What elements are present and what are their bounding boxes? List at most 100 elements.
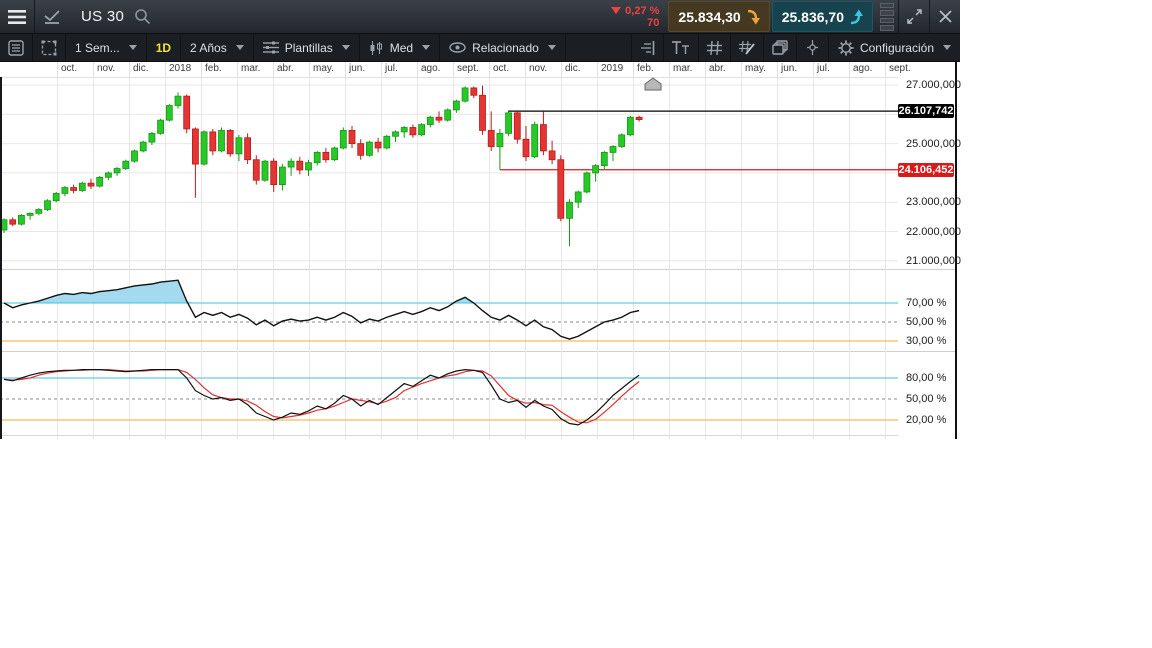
time-axis[interactable]: oct. nov. dic. 2018 feb. mar. abr. may. jun. jul.… <box>0 62 911 77</box>
search-icon <box>135 9 151 25</box>
candle-body <box>452 100 460 111</box>
month-label: jul. <box>385 63 398 74</box>
chart-widget: US 30 0,27 % 70 25.834,30 25.836,70 1 Se… <box>0 0 961 439</box>
stoch-level-label: 50,00 % <box>906 393 947 405</box>
candle-body <box>191 128 199 165</box>
candle-body <box>400 127 408 133</box>
interval-1d-button[interactable]: 1D <box>147 34 182 61</box>
month-label: oct. <box>61 63 78 74</box>
candle-body <box>9 219 17 225</box>
timeframe-dropdown[interactable]: 1 Sem... <box>66 34 147 61</box>
price-pane[interactable] <box>0 77 898 269</box>
candle-body <box>122 160 130 169</box>
rsi-level-label: 70,00 % <box>906 297 947 309</box>
price-line-badge: 24.106,452 <box>898 162 954 177</box>
rsi-level-label: 50,00 % <box>906 316 947 328</box>
candle-body <box>557 159 565 219</box>
time-tick <box>345 62 346 77</box>
candle-body <box>531 124 539 158</box>
chevron-down-icon <box>422 45 431 50</box>
price-axis[interactable]: 27.000,000 25.000,000 23.000,000 22.000,000… <box>898 62 961 439</box>
dashed-square-icon <box>41 40 57 55</box>
time-tick <box>885 62 886 77</box>
candle-body <box>618 134 626 147</box>
rsi-line <box>3 279 640 340</box>
chevron-down-icon <box>547 45 556 50</box>
month-label: ago. <box>853 63 873 74</box>
chart-type-button[interactable] <box>34 0 69 33</box>
buy-button[interactable]: 25.836,70 <box>771 1 873 32</box>
time-tick <box>237 62 238 77</box>
month-label: 2019 <box>601 63 624 74</box>
candle-body <box>305 162 312 171</box>
templates-dropdown[interactable]: Plantillas <box>254 34 360 61</box>
interval-1d-label: 1D <box>155 40 172 55</box>
candle-body <box>96 176 104 187</box>
grid-tool-button[interactable] <box>697 34 730 61</box>
time-tick <box>633 62 634 77</box>
candle-body <box>627 116 634 136</box>
candle-body <box>487 130 495 147</box>
time-tick <box>57 62 58 77</box>
time-tick <box>93 62 94 77</box>
annotate-tool-button[interactable] <box>729 34 763 61</box>
chart-area[interactable]: oct. nov. dic. 2018 feb. mar. abr. may. jun. jul.… <box>0 62 961 439</box>
grid-icon <box>706 40 722 55</box>
templates-label: Plantillas <box>284 40 333 55</box>
candle-body <box>426 116 434 125</box>
search-button[interactable] <box>134 8 151 25</box>
candle-body <box>157 119 165 134</box>
chart-toolbar: 1 Sem... 1D 2 Años Plantillas Med Relaci… <box>0 34 960 62</box>
text-tool-button[interactable] <box>662 34 698 61</box>
time-tick <box>165 62 166 77</box>
stochastic-pane[interactable] <box>0 351 898 439</box>
range-dropdown[interactable]: 2 Años <box>181 34 254 61</box>
main-menu-button[interactable] <box>0 0 34 33</box>
time-tick <box>705 62 706 77</box>
candle-body <box>165 105 173 121</box>
chevron-down-icon <box>943 45 951 50</box>
candle-body <box>78 182 86 191</box>
indicators-dropdown[interactable]: Med <box>360 34 441 61</box>
settings-dropdown[interactable]: Configuración <box>827 34 960 61</box>
candle-body <box>435 116 443 121</box>
close-button[interactable] <box>929 0 960 33</box>
layers-button[interactable] <box>762 34 796 61</box>
sell-button[interactable]: 25.834,30 <box>668 1 770 32</box>
latest-bar-marker[interactable] <box>644 77 662 91</box>
time-tick <box>273 62 274 77</box>
crosshair-button[interactable] <box>795 34 828 61</box>
maximize-button[interactable] <box>898 0 929 33</box>
candle-body <box>235 137 243 155</box>
layout-grid-button[interactable] <box>33 34 66 61</box>
related-dropdown[interactable]: Relacionado <box>440 34 566 61</box>
time-tick <box>309 62 310 77</box>
time-tick <box>381 62 382 77</box>
candle-body <box>287 160 295 168</box>
month-label: nov. <box>529 63 548 74</box>
gear-icon <box>838 40 854 55</box>
time-tick <box>525 62 526 77</box>
candle-body <box>148 132 156 143</box>
candle-body <box>322 151 330 161</box>
candle-body <box>113 168 121 174</box>
time-tick <box>453 62 454 77</box>
chevron-down-icon <box>128 45 137 50</box>
month-label: jun. <box>781 63 798 74</box>
candle-body <box>105 172 112 178</box>
candle-body <box>522 138 530 158</box>
candle-body <box>444 109 452 121</box>
rsi-pane[interactable] <box>0 269 898 351</box>
order-book-button[interactable] <box>0 34 33 61</box>
candle-body <box>139 141 147 152</box>
candle-body <box>383 135 391 149</box>
candle-body <box>26 212 34 216</box>
eye-icon <box>449 42 466 53</box>
candle-body <box>574 191 582 203</box>
month-label: oct. <box>493 63 510 74</box>
chevron-down-icon <box>341 45 350 50</box>
month-label: feb. <box>637 63 654 74</box>
scale-tool-button[interactable] <box>630 34 663 61</box>
month-label: dic. <box>565 63 581 74</box>
window-drag-handle[interactable] <box>880 2 894 31</box>
